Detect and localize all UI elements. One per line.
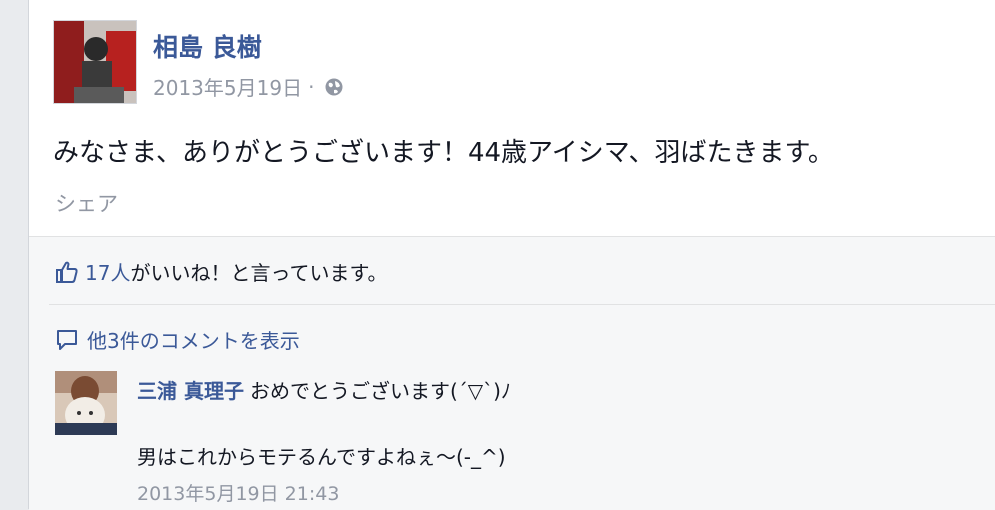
- comment-text-line2: 男はこれからモテるんですよねぇ〜(-_^): [137, 445, 506, 469]
- commenter-avatar[interactable]: [55, 371, 117, 435]
- share-link[interactable]: シェア: [55, 188, 118, 218]
- likes-text: がいいね！と言っています。: [130, 261, 388, 285]
- likes-summary: 17人がいいね！と言っています。: [55, 257, 387, 286]
- meta-separator: ·: [308, 74, 315, 99]
- post-card: 相島 良樹 2013年5月19日 · みなさま、ありがとうございます！44歳アイ…: [28, 0, 995, 510]
- commenter-photo: [55, 371, 117, 435]
- thumbs-up-icon[interactable]: [55, 260, 79, 284]
- comment-author-name[interactable]: 三浦 真理子: [137, 379, 244, 403]
- likes-count-link[interactable]: 17人: [85, 261, 130, 285]
- post-message: みなさま、ありがとうございます！44歳アイシマ、羽ばたきます。: [53, 138, 834, 168]
- author-photo: [54, 21, 136, 103]
- view-more-comments-label: 他3件のコメントを表示: [87, 329, 300, 353]
- comment-text-line1: おめでとうございます(´▽`)ﾉ: [249, 379, 511, 403]
- section-divider: [49, 304, 995, 305]
- comment-first-line: 三浦 真理子 おめでとうございます(´▽`)ﾉ: [137, 375, 511, 404]
- comment-bubble-icon: [57, 329, 77, 350]
- post-meta: 2013年5月19日 ·: [153, 72, 344, 101]
- feedback-section: 17人がいいね！と言っています。 他3件のコメントを表示 三浦 真理子 おめでとう…: [29, 236, 995, 510]
- post-author-name[interactable]: 相島 良樹: [153, 28, 262, 64]
- globe-icon[interactable]: [324, 77, 344, 97]
- author-avatar[interactable]: [53, 20, 137, 104]
- post-date[interactable]: 2013年5月19日: [153, 72, 302, 101]
- comment-timestamp[interactable]: 2013年5月19日 21:43: [137, 479, 339, 506]
- view-more-comments-link[interactable]: 他3件のコメントを表示: [55, 325, 300, 354]
